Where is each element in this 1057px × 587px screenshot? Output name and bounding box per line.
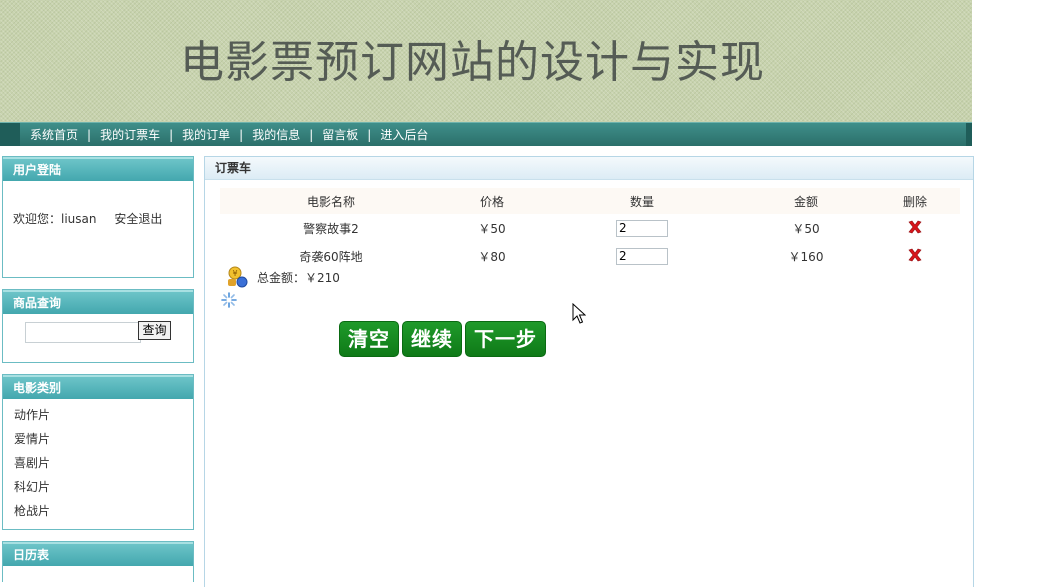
calendar-box-title: 日历表 <box>3 542 193 566</box>
quantity-input[interactable] <box>616 247 668 265</box>
col-quantity: 数量 <box>542 188 742 214</box>
search-input[interactable] <box>25 322 141 343</box>
cart-panel: 订票车 电影名称 价格 数量 金额 删除 警察故事2 ￥50 ￥50 <box>204 156 974 587</box>
category-box-title: 电影类别 <box>3 375 193 399</box>
loading-spinner-icon <box>221 292 237 308</box>
category-list: 动作片 爱情片 喜剧片 科幻片 枪战片 <box>3 399 193 523</box>
site-banner: 电影票预订网站的设计与实现 <box>0 0 972 122</box>
delete-icon[interactable] <box>907 247 923 263</box>
movie-name: 警察故事2 <box>303 221 359 236</box>
cart-title: 订票车 <box>205 157 973 180</box>
continue-button[interactable]: 继续 <box>402 321 462 357</box>
search-button[interactable]: 查询 <box>138 321 171 340</box>
calendar-box: 日历表 <box>2 541 194 582</box>
delete-cell <box>870 242 960 270</box>
quantity-cell <box>542 242 742 270</box>
main-nav: 系统首页 | 我的订票车 | 我的订单 | 我的信息 | 留言板 | 进入后台 <box>0 122 972 146</box>
login-box-title: 用户登陆 <box>3 157 193 181</box>
nav-admin[interactable]: 进入后台 <box>380 126 428 143</box>
nav-message-board[interactable]: 留言板 <box>322 126 358 143</box>
col-movie-name: 电影名称 <box>220 188 442 214</box>
cart-table: 电影名称 价格 数量 金额 删除 警察故事2 ￥50 ￥50 <box>220 188 960 270</box>
next-step-button[interactable]: 下一步 <box>465 321 546 357</box>
table-row: 警察故事2 ￥50 ￥50 <box>220 214 960 242</box>
amount: ￥50 <box>792 221 820 236</box>
search-box-title: 商品查询 <box>3 290 193 314</box>
price: ￥50 <box>478 221 506 236</box>
category-item[interactable]: 喜剧片 <box>14 451 193 475</box>
delete-icon[interactable] <box>907 219 923 235</box>
category-item[interactable]: 科幻片 <box>14 475 193 499</box>
total-row: ¥ 总金额：￥210 <box>225 265 340 289</box>
nav-separator: | <box>87 127 92 142</box>
col-amount: 金额 <box>742 188 870 214</box>
login-box: 用户登陆 欢迎您：liusan 安全退出 <box>2 156 194 278</box>
category-item[interactable]: 动作片 <box>14 403 193 427</box>
nav-my-orders[interactable]: 我的订单 <box>182 126 230 143</box>
category-item[interactable]: 枪战片 <box>14 499 193 523</box>
total-amount: 总金额：￥210 <box>257 270 340 285</box>
welcome-text: 欢迎您：liusan <box>13 212 97 226</box>
nav-separator: | <box>239 127 244 142</box>
nav-separator: | <box>367 127 372 142</box>
col-price: 价格 <box>442 188 542 214</box>
nav-separator: | <box>309 127 314 142</box>
logout-link[interactable]: 安全退出 <box>114 212 162 226</box>
cart-header-row: 电影名称 价格 数量 金额 删除 <box>220 188 960 214</box>
quantity-cell <box>542 214 742 242</box>
nav-separator: | <box>169 127 174 142</box>
nav-my-cart[interactable]: 我的订票车 <box>100 126 160 143</box>
nav-right-cap <box>966 123 972 146</box>
svg-text:¥: ¥ <box>232 269 237 278</box>
nav-left-cap <box>0 123 20 146</box>
nav-items: 系统首页 | 我的订票车 | 我的订单 | 我的信息 | 留言板 | 进入后台 <box>30 123 428 146</box>
site-title: 电影票预订网站的设计与实现 <box>180 37 765 88</box>
search-box: 商品查询 查询 <box>2 289 194 363</box>
category-item[interactable]: 爱情片 <box>14 427 193 451</box>
category-box: 电影类别 动作片 爱情片 喜剧片 科幻片 枪战片 <box>2 374 194 530</box>
nav-my-info[interactable]: 我的信息 <box>252 126 300 143</box>
mouse-cursor-icon <box>572 303 586 324</box>
login-status: 欢迎您：liusan 安全退出 <box>13 210 176 227</box>
cart-actions: 清空 继续 下一步 <box>339 321 549 357</box>
nav-home[interactable]: 系统首页 <box>30 126 78 143</box>
clear-button[interactable]: 清空 <box>339 321 399 357</box>
money-bag-icon: ¥ <box>228 266 248 288</box>
price: ￥80 <box>478 249 506 264</box>
amount: ￥160 <box>788 249 824 264</box>
delete-cell <box>870 214 960 242</box>
col-delete: 删除 <box>870 188 960 214</box>
quantity-input[interactable] <box>616 219 668 237</box>
